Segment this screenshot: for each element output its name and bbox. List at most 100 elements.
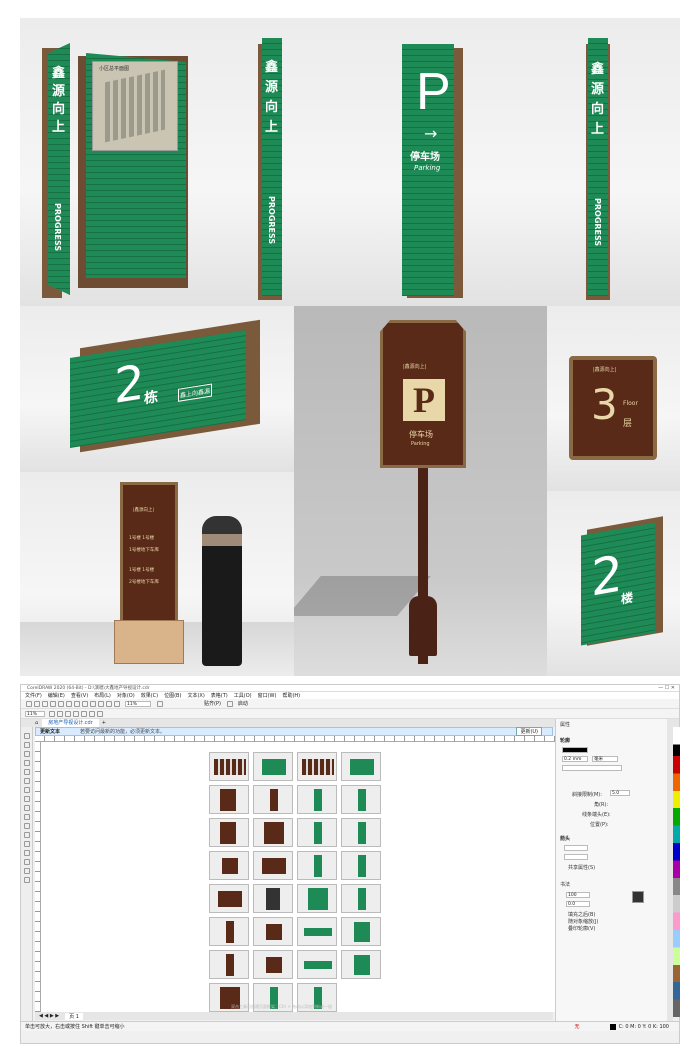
thumb-r1c4[interactable] xyxy=(341,752,381,781)
crop-tool-icon[interactable] xyxy=(23,751,30,757)
menu-text[interactable]: 文本(X) xyxy=(187,692,204,699)
thumb-r4c3[interactable] xyxy=(297,851,337,880)
window-controls[interactable]: — ☐ ✕ xyxy=(658,685,679,691)
paste-icon[interactable] xyxy=(74,700,80,707)
rectangle-tool-icon[interactable] xyxy=(23,787,30,793)
canvas[interactable]: 双击工具可创建页面框架；Ctrl + 拖动以添加到新或一组 xyxy=(41,742,555,1012)
zoom-select[interactable]: 11% xyxy=(125,700,151,707)
outline-unit-field[interactable]: 毫米 xyxy=(592,756,618,762)
thumb-r3c3[interactable] xyxy=(297,818,337,847)
menu-effects[interactable]: 效果(C) xyxy=(141,692,158,699)
export-icon[interactable] xyxy=(106,700,112,707)
artistic-media-icon[interactable] xyxy=(23,778,30,784)
thumb-r2c1[interactable] xyxy=(209,785,249,814)
zoom-all-icon[interactable] xyxy=(73,710,79,717)
import-icon[interactable] xyxy=(98,700,104,707)
zoom-level-field[interactable]: 11% xyxy=(25,710,45,717)
thumb-r7c4[interactable] xyxy=(341,950,381,979)
thumb-r3c4[interactable] xyxy=(341,818,381,847)
launch-menu[interactable]: 启动 xyxy=(238,700,248,707)
zoom-out-icon[interactable] xyxy=(57,710,63,717)
thumb-r4c1[interactable] xyxy=(209,851,249,880)
overprint-outline-checkbox[interactable]: 叠印轮廓(V) xyxy=(568,925,595,932)
polygon-tool-icon[interactable] xyxy=(23,805,30,811)
freehand-tool-icon[interactable] xyxy=(23,769,30,775)
scale-with-object-checkbox[interactable]: 随对象缩放(J) xyxy=(568,918,598,925)
thumb-r2c2[interactable] xyxy=(253,785,293,814)
thumb-r7c1[interactable] xyxy=(209,950,249,979)
ellipse-tool-icon[interactable] xyxy=(23,796,30,802)
open-icon[interactable] xyxy=(34,700,40,707)
zoom-page-icon[interactable] xyxy=(81,710,87,717)
thumb-r7c3[interactable] xyxy=(297,950,337,979)
menu-tools[interactable]: 工具(O) xyxy=(234,692,252,699)
menu-edit[interactable]: 编辑(E) xyxy=(48,692,65,699)
notice-update-button[interactable]: 更新(U) xyxy=(516,727,542,736)
thumb-r3c1[interactable] xyxy=(209,818,249,847)
text-tool-icon[interactable] xyxy=(23,814,30,820)
fill-behind-checkbox[interactable]: 填充之后(B) xyxy=(568,911,595,918)
interactive-fill-icon[interactable] xyxy=(23,868,30,874)
thumb-r6c3[interactable] xyxy=(297,917,337,946)
fullscreen-icon[interactable] xyxy=(157,700,163,707)
thumb-r2c4[interactable] xyxy=(341,785,381,814)
add-tab-icon[interactable]: + xyxy=(102,720,106,726)
miter-field[interactable]: 5.0 xyxy=(610,790,630,796)
snap-to-menu[interactable]: 贴齐(P) xyxy=(204,700,221,707)
zoom-height-icon[interactable] xyxy=(97,710,103,717)
thumb-r4c2[interactable] xyxy=(253,851,293,880)
save-icon[interactable] xyxy=(42,700,48,707)
page-nav-arrows[interactable]: ◀ ◀ ▶ ▶ xyxy=(39,1013,59,1019)
thumb-r5c2[interactable] xyxy=(253,884,293,913)
menu-object[interactable]: 对象(O) xyxy=(117,692,135,699)
zoom-width-icon[interactable] xyxy=(89,710,95,717)
transparency-tool-icon[interactable] xyxy=(23,850,30,856)
arrow-end-field[interactable] xyxy=(564,854,588,860)
thumb-r5c3[interactable] xyxy=(297,884,337,913)
eyedropper-tool-icon[interactable] xyxy=(23,859,30,865)
pick-tool-icon[interactable] xyxy=(23,733,30,739)
thumb-r6c1[interactable] xyxy=(209,917,249,946)
thumb-r4c4[interactable] xyxy=(341,851,381,880)
thumb-r2c3[interactable] xyxy=(297,785,337,814)
copy-icon[interactable] xyxy=(66,700,72,707)
page-tab[interactable]: 页 1 xyxy=(65,1012,83,1020)
settings-icon[interactable] xyxy=(226,700,233,707)
parallel-dimension-icon[interactable] xyxy=(23,823,30,829)
smart-fill-icon[interactable] xyxy=(23,877,30,883)
menu-window[interactable]: 窗口(W) xyxy=(258,692,277,699)
redo-icon[interactable] xyxy=(90,700,96,707)
thumb-r1c1[interactable] xyxy=(209,752,249,781)
print-icon[interactable] xyxy=(50,700,56,707)
menu-file[interactable]: 文件(F) xyxy=(25,692,42,699)
arrow-start-field[interactable] xyxy=(564,845,588,851)
thumb-r6c2[interactable] xyxy=(253,917,293,946)
outline-width-field[interactable]: 0.2 mm xyxy=(562,756,588,762)
angle-field[interactable]: 0.0 xyxy=(566,901,590,907)
thumb-r3c2[interactable] xyxy=(253,818,293,847)
thumb-r1c2[interactable] xyxy=(253,752,293,781)
color-palette[interactable] xyxy=(673,727,680,1017)
outline-style-field[interactable] xyxy=(562,765,622,771)
menu-bitmaps[interactable]: 位图(B) xyxy=(164,692,181,699)
doc-tab[interactable]: 房地产导视设计.cdr xyxy=(42,719,99,727)
thumb-r5c4[interactable] xyxy=(341,884,381,913)
zoom-in-icon[interactable] xyxy=(49,710,55,717)
share-attributes-checkbox[interactable]: 共享属性(S) xyxy=(568,864,595,871)
home-icon[interactable]: ⌂ xyxy=(35,720,38,726)
menu-table[interactable]: 表格(T) xyxy=(211,692,228,699)
thumb-r6c4[interactable] xyxy=(341,917,381,946)
outline-color-field[interactable] xyxy=(562,747,588,753)
shadow-tool-icon[interactable] xyxy=(23,841,30,847)
menu-layout[interactable]: 布局(L) xyxy=(94,692,111,699)
zoom-selected-icon[interactable] xyxy=(65,710,71,717)
stretch-field[interactable]: 100 xyxy=(566,892,590,898)
new-icon[interactable] xyxy=(26,700,32,707)
cut-icon[interactable] xyxy=(58,700,64,707)
thumb-r5c1[interactable] xyxy=(209,884,249,913)
shape-tool-icon[interactable] xyxy=(23,742,30,748)
thumb-r7c2[interactable] xyxy=(253,950,293,979)
thumb-r1c3[interactable] xyxy=(297,752,337,781)
zoom-tool-icon[interactable] xyxy=(23,760,30,766)
menu-view[interactable]: 查看(V) xyxy=(71,692,88,699)
